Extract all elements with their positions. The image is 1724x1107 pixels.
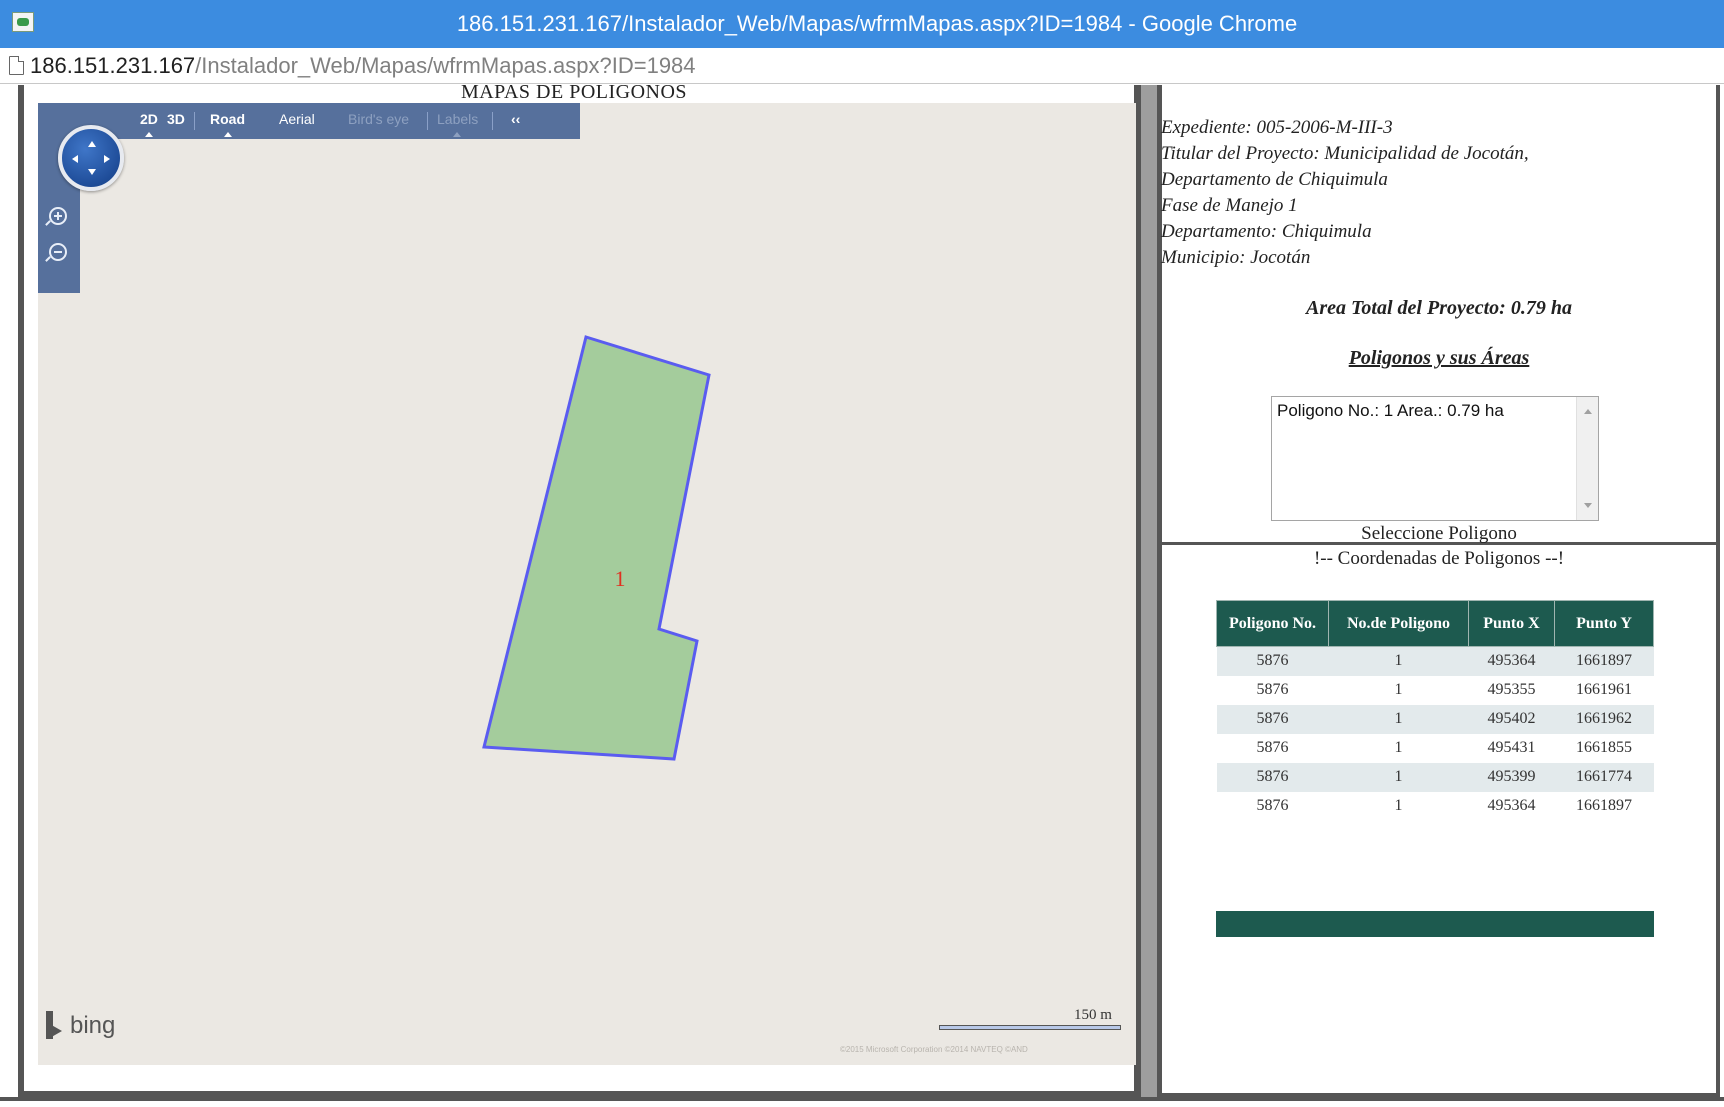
view-2d-indicator — [145, 132, 153, 137]
bing-logo: bing — [44, 1011, 115, 1041]
table-cell: 1 — [1328, 704, 1469, 734]
table-row: 5876 1 495402 1661962 — [1216, 704, 1654, 734]
table-row: 5876 1 495355 1661961 — [1216, 675, 1654, 705]
titular-department-text: Departamento de Chiquimula — [1161, 169, 1388, 190]
municipio-text: Municipio: Jocotán — [1161, 247, 1311, 268]
table-cell: 5876 — [1216, 646, 1329, 676]
bing-icon — [44, 1011, 64, 1041]
scroll-up-icon[interactable] — [1584, 409, 1592, 414]
project-info: Expediente: 005-2006-M-III-3 Titular del… — [1161, 115, 1717, 271]
column-header: Poligono No. — [1216, 600, 1329, 647]
scroll-down-icon[interactable] — [1584, 503, 1592, 508]
table-cell: 1 — [1328, 733, 1469, 763]
table-cell: 5876 — [1216, 762, 1329, 792]
frame-divider[interactable] — [1138, 85, 1160, 1097]
select-polygon-label: Seleccione Poligono — [1361, 523, 1517, 544]
area-total: Area Total del Proyecto: 0.79 ha — [1306, 297, 1572, 319]
coordinates-label: !-- Coordenadas de Poligonos --! — [1313, 548, 1565, 569]
table-cell: 495364 — [1468, 791, 1555, 821]
zoom-out-icon[interactable] — [45, 243, 67, 262]
labels-indicator — [453, 132, 461, 137]
scale-label: 150 m — [1074, 1007, 1112, 1023]
table-cell: 495402 — [1468, 704, 1555, 734]
expediente-text: Expediente: 005-2006-M-III-3 — [1161, 117, 1393, 138]
url-path: /Instalador_Web/Mapas/wfrmMapas.aspx?ID=… — [195, 53, 696, 78]
compass-pan-icon[interactable] — [58, 125, 124, 191]
page-icon — [9, 56, 24, 75]
fase-text: Fase de Manejo 1 — [1161, 195, 1298, 216]
table-row: 5876 1 495364 1661897 — [1216, 791, 1654, 821]
table-header-row: Poligono No. No.de Poligono Punto X Punt… — [1216, 600, 1654, 647]
window-title-bar: 186.151.231.167/Instalador_Web/Mapas/wfr… — [0, 0, 1724, 48]
road-button[interactable]: Road — [210, 111, 245, 127]
address-bar[interactable]: 186.151.231.167/Instalador_Web/Mapas/wfr… — [0, 48, 1724, 84]
table-cell: 1 — [1328, 675, 1469, 705]
table-cell: 1661855 — [1554, 733, 1654, 763]
table-cell: 5876 — [1216, 675, 1329, 705]
zoom-in-icon[interactable] — [45, 207, 67, 226]
table-cell: 1 — [1328, 791, 1469, 821]
departamento-text: Departamento: Chiquimula — [1161, 221, 1372, 242]
table-footer — [1216, 911, 1654, 937]
app-icon — [12, 12, 34, 32]
view-3d-button[interactable]: 3D — [167, 111, 185, 127]
map-title: MAPAS DE POLIGONOS — [460, 81, 688, 103]
birds-eye-button[interactable]: Bird's eye — [348, 111, 409, 127]
polygon-listbox[interactable]: Poligono No.: 1 Area.: 0.79 ha — [1271, 396, 1599, 521]
polygon-list-item[interactable]: Poligono No.: 1 Area.: 0.79 ha — [1277, 401, 1504, 421]
url-host: 186.151.231.167 — [30, 53, 196, 78]
table-cell: 495355 — [1468, 675, 1555, 705]
table-cell: 1661962 — [1554, 704, 1654, 734]
polygons-heading: Poligonos y sus Áreas — [1348, 347, 1530, 369]
polygon-layer: 1 — [482, 335, 711, 761]
table-cell: 5876 — [1216, 704, 1329, 734]
listbox-scrollbar[interactable] — [1576, 397, 1598, 520]
coordinates-table: Poligono No. No.de Poligono Punto X Punt… — [1216, 600, 1654, 821]
bing-logo-text: bing — [70, 1012, 116, 1039]
scale-bar — [939, 1025, 1121, 1030]
column-header: Punto X — [1468, 600, 1555, 647]
window-title: 186.151.231.167/Instalador_Web/Mapas/wfr… — [456, 11, 1298, 36]
table-row: 5876 1 495364 1661897 — [1216, 646, 1654, 676]
table-cell: 1 — [1328, 762, 1469, 792]
table-cell: 1661774 — [1554, 762, 1654, 792]
page-content: MAPAS DE POLIGONOS 1 2D 3D Road Aerial B… — [0, 81, 1724, 1107]
polygon-1[interactable] — [482, 335, 711, 761]
road-indicator — [224, 132, 232, 137]
table-cell: 5876 — [1216, 791, 1329, 821]
table-cell: 1661897 — [1554, 791, 1654, 821]
map-navigation-bar: 2D 3D Road Aerial Bird's eye Labels ‹‹ — [38, 103, 580, 139]
collapse-nav-button[interactable]: ‹‹ — [511, 111, 520, 127]
nav-separator — [492, 112, 493, 130]
url-text[interactable]: 186.151.231.167/Instalador_Web/Mapas/wfr… — [30, 53, 696, 79]
table-cell: 5876 — [1216, 733, 1329, 763]
table-cell: 495431 — [1468, 733, 1555, 763]
column-header: No.de Poligono — [1328, 600, 1469, 647]
frame-bottom-border — [0, 1097, 1724, 1107]
table-cell: 495364 — [1468, 646, 1555, 676]
aerial-button[interactable]: Aerial — [279, 111, 315, 127]
table-cell: 1661897 — [1554, 646, 1654, 676]
map-copyright: ©2015 Microsoft Corporation ©2014 NAVTEQ… — [840, 1045, 1028, 1054]
table-row: 5876 1 495399 1661774 — [1216, 762, 1654, 792]
table-cell: 1 — [1328, 646, 1469, 676]
column-header: Punto Y — [1554, 600, 1654, 647]
map-canvas[interactable]: 1 2D 3D Road Aerial Bird's eye Labels ‹‹ — [38, 103, 1136, 1065]
table-row: 5876 1 495431 1661855 — [1216, 733, 1654, 763]
polygon-label: 1 — [615, 566, 626, 591]
table-cell: 1661961 — [1554, 675, 1654, 705]
view-2d-button[interactable]: 2D — [140, 111, 158, 127]
nav-separator — [427, 112, 428, 130]
labels-button[interactable]: Labels — [437, 111, 478, 127]
table-cell: 495399 — [1468, 762, 1555, 792]
nav-separator — [194, 112, 195, 130]
titular-text: Titular del Proyecto: Municipalidad de J… — [1161, 143, 1529, 164]
